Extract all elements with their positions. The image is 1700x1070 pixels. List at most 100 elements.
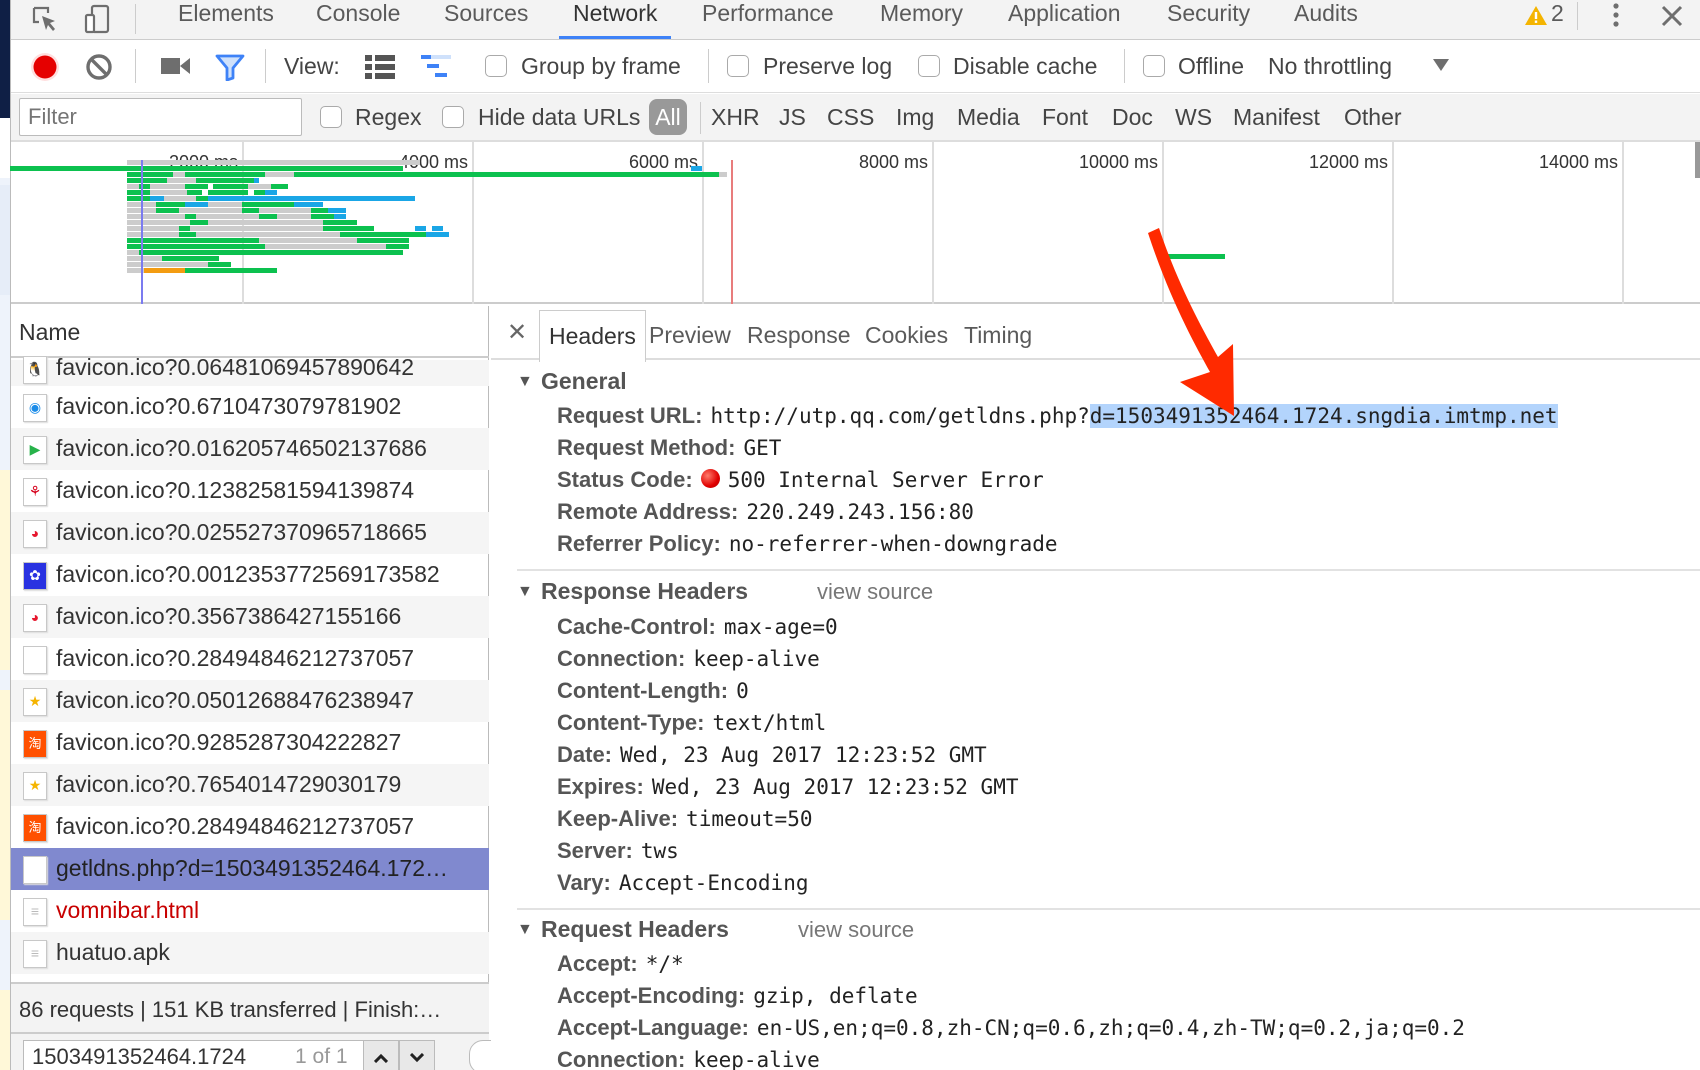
regex-checkbox[interactable] xyxy=(320,106,342,128)
type-filter-ws[interactable]: WS xyxy=(1175,103,1212,131)
filter-input[interactable] xyxy=(19,98,302,136)
type-filter-js[interactable]: JS xyxy=(779,103,806,131)
weibo-icon: ◕ xyxy=(23,604,47,632)
request-row[interactable]: 🐧 favicon.ico?0.06481069457890642 xyxy=(11,354,489,386)
more-menu-icon[interactable] xyxy=(1611,2,1621,37)
header-value[interactable]: Wed, 23 Aug 2017 12:23:52 GMT xyxy=(620,743,987,767)
disable-cache-label[interactable]: Disable cache xyxy=(953,52,1097,80)
waterfall-bar xyxy=(127,256,162,261)
header-value[interactable]: 0 xyxy=(736,679,749,703)
tab-sources[interactable]: Sources xyxy=(444,0,528,40)
header-value[interactable]: keep-alive xyxy=(693,1048,819,1070)
header-value[interactable]: timeout=50 xyxy=(686,807,812,831)
request-row[interactable]: 淘 favicon.ico?0.28494846212737057 xyxy=(11,806,489,848)
general-section-title[interactable]: ▼ General xyxy=(517,368,627,395)
header-value[interactable]: */* xyxy=(646,952,684,976)
search-previous-button[interactable] xyxy=(363,1040,399,1070)
regex-label[interactable]: Regex xyxy=(355,103,421,131)
detail-tab-response[interactable]: Response xyxy=(738,310,860,360)
request-view-source-link[interactable]: view source xyxy=(798,917,914,943)
header-value[interactable]: no-referrer-when-downgrade xyxy=(729,532,1058,556)
warning-count[interactable]: 2 xyxy=(1551,0,1564,40)
request-headers-section-title[interactable]: ▼ Request Headers xyxy=(517,916,729,943)
header-value[interactable]: max-age=0 xyxy=(724,615,838,639)
request-row[interactable]: ◕ favicon.ico?0.025527370965718665 xyxy=(11,512,489,554)
header-value[interactable]: 220.249.243.156:80 xyxy=(746,500,974,524)
offline-label[interactable]: Offline xyxy=(1178,52,1244,80)
request-row[interactable]: ▶ favicon.ico?0.016205746502137686 xyxy=(11,428,489,470)
request-row[interactable]: ≡ vomnibar.html xyxy=(11,890,489,932)
filter-icon[interactable] xyxy=(215,53,245,86)
large-rows-icon[interactable] xyxy=(365,55,395,84)
tab-memory[interactable]: Memory xyxy=(880,0,963,40)
request-row[interactable]: ◕ favicon.ico?0.3567386427155166 xyxy=(11,596,489,638)
type-filter-all[interactable]: All xyxy=(649,99,687,135)
preserve-log-checkbox[interactable] xyxy=(727,55,749,77)
tab-audits[interactable]: Audits xyxy=(1294,0,1358,40)
close-detail-icon[interactable]: ✕ xyxy=(507,318,527,347)
header-value[interactable]: Wed, 23 Aug 2017 12:23:52 GMT xyxy=(652,775,1019,799)
request-url-value[interactable]: http://utp.qq.com/getldns.php?d=15034913… xyxy=(710,404,1558,428)
header-value[interactable]: keep-alive xyxy=(693,647,819,671)
header-value[interactable]: gzip, deflate xyxy=(753,984,917,1008)
screenshot-capture-icon[interactable] xyxy=(161,55,191,82)
type-filter-doc[interactable]: Doc xyxy=(1112,103,1153,131)
request-row[interactable]: ✿ favicon.ico?0.0012353772569173582 xyxy=(11,554,489,596)
offline-checkbox[interactable] xyxy=(1143,55,1165,77)
request-row[interactable]: ★ favicon.ico?0.7654014729030179 xyxy=(11,764,489,806)
waterfall-bar xyxy=(196,214,260,219)
type-filter-img[interactable]: Img xyxy=(896,103,934,131)
tab-performance[interactable]: Performance xyxy=(702,0,834,40)
request-row[interactable]: ⚘ favicon.ico?0.12382581594139874 xyxy=(11,470,489,512)
device-toolbar-icon[interactable] xyxy=(83,3,113,40)
header-value[interactable]: 500 Internal Server Error xyxy=(728,468,1044,492)
clear-icon[interactable] xyxy=(85,53,113,86)
request-row[interactable]: ≡ huatuo.apk xyxy=(11,932,489,974)
request-row[interactable]: 淘 favicon.ico?0.9285287304222827 xyxy=(11,722,489,764)
header-value[interactable]: GET xyxy=(743,436,781,460)
chevron-down-icon[interactable] xyxy=(1432,58,1450,77)
throttling-select[interactable]: No throttling xyxy=(1268,52,1392,80)
tab-network[interactable]: Network xyxy=(558,0,672,40)
header-value[interactable]: tws xyxy=(641,839,679,863)
hide-data-urls-checkbox[interactable] xyxy=(442,106,464,128)
tab-application[interactable]: Application xyxy=(1008,0,1121,40)
tab-security[interactable]: Security xyxy=(1167,0,1250,40)
type-filter-font[interactable]: Font xyxy=(1042,103,1088,131)
header-value[interactable]: text/html xyxy=(712,711,826,735)
type-filter-css[interactable]: CSS xyxy=(827,103,874,131)
detail-tab-preview[interactable]: Preview xyxy=(640,310,740,360)
type-filter-manifest[interactable]: Manifest xyxy=(1233,103,1320,131)
detail-tab-timing[interactable]: Timing xyxy=(955,310,1041,360)
hide-data-urls-label[interactable]: Hide data URLs xyxy=(478,103,640,131)
disable-cache-checkbox[interactable] xyxy=(918,55,940,77)
request-row[interactable]: favicon.ico?0.28494846212737057 xyxy=(11,638,489,680)
header-value[interactable]: Accept-Encoding xyxy=(619,871,809,895)
request-row[interactable]: ◉ favicon.ico?0.6710473079781902 xyxy=(11,386,489,428)
warning-icon[interactable] xyxy=(1524,4,1548,33)
search-next-button[interactable] xyxy=(399,1040,435,1070)
name-column-header[interactable]: Name xyxy=(11,306,489,358)
type-filter-media[interactable]: Media xyxy=(957,103,1020,131)
detail-tab-headers[interactable]: Headers xyxy=(539,310,646,362)
detail-tab-cookies[interactable]: Cookies xyxy=(856,310,957,360)
tab-console[interactable]: Console xyxy=(316,0,400,40)
header-value[interactable]: en-US,en;q=0.8,zh-CN;q=0.6,zh;q=0.4,zh-T… xyxy=(757,1016,1465,1040)
record-button[interactable] xyxy=(29,51,61,88)
timeline-overview[interactable]: 2000 ms4000 ms6000 ms8000 ms10000 ms1200… xyxy=(9,142,1700,304)
inspect-element-icon[interactable] xyxy=(31,5,59,38)
close-devtools-icon[interactable] xyxy=(1659,3,1685,34)
request-row[interactable]: getldns.php?d=1503491352464.172… xyxy=(11,848,489,890)
request-row[interactable]: ★ favicon.ico?0.05012688476238947 xyxy=(11,680,489,722)
waterfall-overview-icon[interactable] xyxy=(421,55,455,84)
response-headers-section-title[interactable]: ▼ Response Headers xyxy=(517,578,748,605)
tab-elements[interactable]: Elements xyxy=(178,0,274,40)
timeline-scrollbar[interactable] xyxy=(1695,142,1700,178)
waterfall-bar xyxy=(127,178,168,183)
response-view-source-link[interactable]: view source xyxy=(817,579,933,605)
group-by-frame-checkbox[interactable] xyxy=(485,55,507,77)
group-by-frame-label[interactable]: Group by frame xyxy=(521,52,681,80)
type-filter-other[interactable]: Other xyxy=(1344,103,1402,131)
type-filter-xhr[interactable]: XHR xyxy=(711,103,760,131)
preserve-log-label[interactable]: Preserve log xyxy=(763,52,892,80)
